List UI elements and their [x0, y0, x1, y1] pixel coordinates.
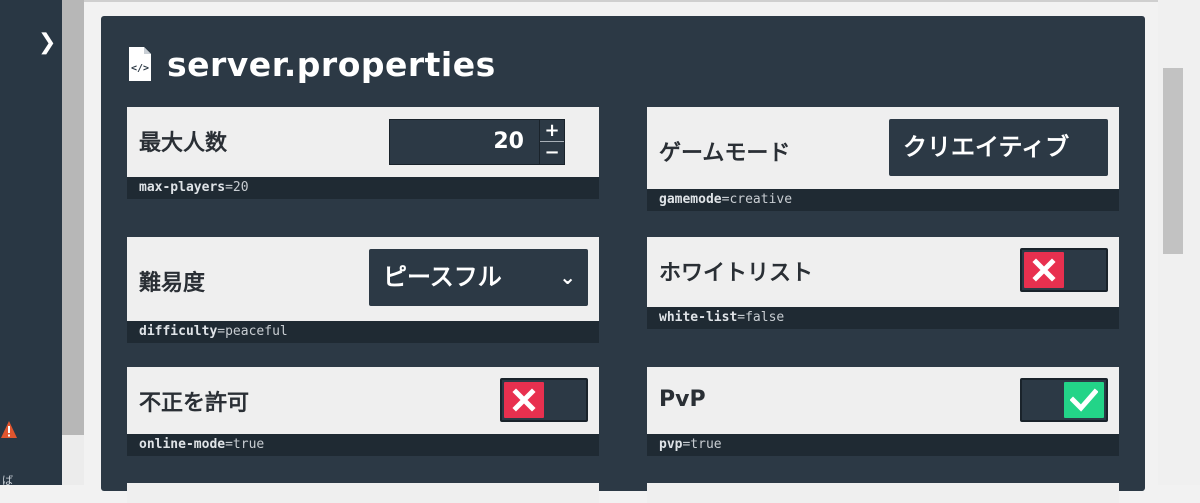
left-scrollbar[interactable] — [62, 0, 84, 435]
file-code-icon: </> — [129, 47, 151, 81]
property-label: ゲームモード — [659, 141, 791, 166]
property-key: difficulty — [139, 324, 218, 339]
property-value: =peaceful — [217, 324, 288, 339]
difficulty-selected-value: ピースフル — [383, 263, 502, 291]
sidebar: ❯ ば — [0, 0, 62, 487]
property-card-white-list: ホワイトリスト — [647, 237, 1119, 307]
property-key: online-mode — [139, 437, 226, 452]
property-value: =false — [737, 310, 785, 325]
property-key-meta: difficulty=peaceful — [127, 321, 599, 343]
sidebar-cut-text: ば — [2, 474, 13, 487]
panel-title: server.properties — [167, 44, 496, 84]
right-scrollbar-thumb[interactable] — [1163, 68, 1183, 254]
chevron-down-icon: ⌄ — [559, 265, 576, 289]
property-key-meta: pvp=true — [647, 434, 1119, 456]
properties-panel: </> server.properties 最大人数 20 + − max-pl… — [101, 16, 1145, 503]
property-card-max-players: 最大人数 20 + − — [127, 107, 599, 177]
max-players-input[interactable]: 20 + − — [389, 119, 565, 165]
property-label: 最大人数 — [139, 131, 228, 156]
decrement-button[interactable]: − — [540, 142, 564, 163]
left-scrollbar-track — [62, 435, 84, 485]
panel-header: </> server.properties — [127, 42, 496, 86]
gamemode-select[interactable]: クリエイティブ — [889, 119, 1108, 176]
pvp-toggle[interactable] — [1020, 378, 1108, 422]
property-card-partial — [647, 483, 1119, 503]
divider — [84, 0, 1158, 2]
property-card-online-mode: 不正を許可 — [127, 367, 599, 434]
number-stepper: + − — [539, 120, 564, 164]
gamemode-selected-value: クリエイティブ — [903, 133, 1070, 161]
property-label: PvP — [659, 387, 706, 412]
property-value: =true — [682, 437, 722, 452]
property-key: pvp — [659, 437, 683, 452]
property-key: white-list — [659, 310, 738, 325]
property-value: =true — [225, 437, 265, 452]
property-label: ホワイトリスト — [659, 261, 814, 286]
check-icon — [1064, 382, 1104, 418]
property-card-difficulty: 難易度 ピースフル ⌄ — [127, 237, 599, 321]
warning-icon — [0, 420, 18, 442]
property-label: 不正を許可 — [139, 391, 250, 416]
property-label: 難易度 — [139, 271, 206, 296]
property-key-meta: gamemode=creative — [647, 189, 1119, 211]
close-icon — [504, 382, 544, 418]
chevron-right-icon[interactable]: ❯ — [38, 30, 56, 55]
svg-text:</>: </> — [131, 63, 149, 74]
close-icon — [1024, 252, 1064, 288]
property-key-meta: max-players=20 — [127, 177, 599, 199]
property-card-gamemode: ゲームモード クリエイティブ — [647, 107, 1119, 189]
difficulty-select[interactable]: ピースフル ⌄ — [369, 249, 588, 306]
max-players-value: 20 — [493, 129, 524, 154]
property-key-meta: online-mode=true — [127, 434, 599, 456]
increment-button[interactable]: + — [540, 120, 564, 142]
property-card-pvp: PvP — [647, 367, 1119, 434]
white-list-toggle[interactable] — [1020, 248, 1108, 292]
property-key: gamemode — [659, 192, 722, 207]
online-mode-toggle[interactable] — [500, 378, 588, 422]
property-card-partial — [127, 483, 599, 503]
property-key-meta: white-list=false — [647, 307, 1119, 329]
property-value: =creative — [721, 192, 793, 207]
property-key: max-players — [139, 180, 226, 195]
property-value: =20 — [225, 180, 249, 195]
